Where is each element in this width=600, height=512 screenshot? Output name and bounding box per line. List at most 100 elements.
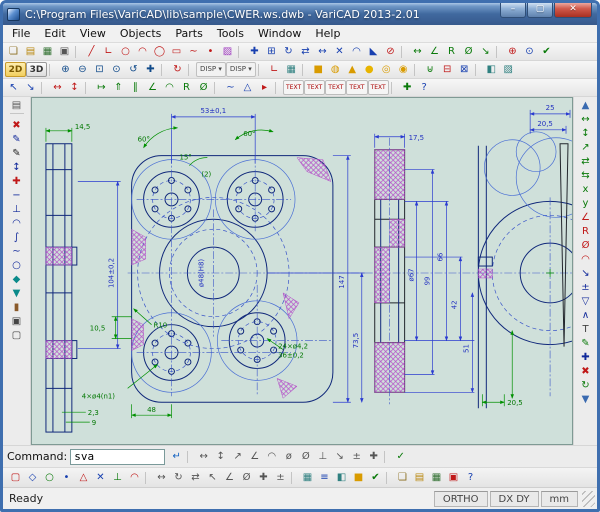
rmove-dim-icon[interactable]: ✚ [577, 350, 594, 364]
cdim-diameter-icon[interactable]: Ø [297, 449, 314, 464]
text-edit-button[interactable]: TEXT [304, 80, 325, 95]
rtolerance-icon[interactable]: ± [577, 280, 594, 294]
menu-tools[interactable]: Tools [210, 26, 251, 41]
arc-left-icon[interactable]: ◠ [8, 216, 25, 230]
ortho-v-icon[interactable]: ↕ [66, 80, 83, 95]
delete-icon[interactable]: ✖ [8, 118, 25, 132]
extent-icon[interactable]: ↘ [22, 80, 39, 95]
ortho-h-icon[interactable]: ↔ [49, 80, 66, 95]
cdim-accept-icon[interactable]: ✓ [392, 449, 409, 464]
menu-window[interactable]: Window [251, 26, 308, 41]
resize-grip[interactable] [582, 491, 595, 507]
rdim-radius-icon[interactable]: R [577, 224, 594, 238]
bview-box-icon[interactable]: ■ [350, 470, 367, 485]
minimize-button[interactable]: – [500, 3, 526, 18]
bsnap-quad-icon[interactable]: △ [75, 470, 92, 485]
dim-radius-icon[interactable]: R [443, 44, 460, 59]
rdim-horizontal-icon[interactable]: ↔ [577, 112, 594, 126]
command-input[interactable] [70, 449, 165, 465]
confirm-icon[interactable]: ✔ [538, 44, 555, 59]
bmod-move-icon[interactable]: ↔ [153, 470, 170, 485]
text-search-button[interactable]: TEXT [368, 80, 389, 95]
redit-dim-icon[interactable]: ✎ [577, 336, 594, 350]
brush-icon[interactable]: ▮ [8, 300, 25, 314]
origin-icon[interactable]: ↖ [5, 80, 22, 95]
bfile-new-icon[interactable]: ❏ [394, 470, 411, 485]
bmod-diam-icon[interactable]: Ø [238, 470, 255, 485]
bsnap-perp-icon[interactable]: ⊥ [109, 470, 126, 485]
menu-view[interactable]: View [73, 26, 113, 41]
zoom-window-icon[interactable]: ⊡ [91, 62, 108, 77]
polyline-tool-icon[interactable]: ∟ [100, 44, 117, 59]
ellipse-tool-icon[interactable]: ◯ [151, 44, 168, 59]
dim-linear-icon[interactable]: ↦ [93, 80, 110, 95]
dim-parallel-icon[interactable]: ∥ [127, 80, 144, 95]
perpendicular-icon[interactable]: ⊥ [8, 202, 25, 216]
wireframe-mode-icon[interactable]: ▧ [500, 62, 517, 77]
zoom-out-icon[interactable]: ⊖ [74, 62, 91, 77]
text-attributes-button[interactable]: TEXT [325, 80, 346, 95]
cdim-angle-icon[interactable]: ∠ [246, 449, 263, 464]
new-file-icon[interactable]: ❏ [5, 44, 22, 59]
text-create-button[interactable]: TEXT [283, 80, 304, 95]
draw-pencil-icon[interactable]: ✎ [8, 146, 25, 160]
rotate-tool-icon[interactable]: ↻ [280, 44, 297, 59]
bsnap-mid-icon[interactable]: ◇ [24, 470, 41, 485]
open-file-icon[interactable]: ▤ [22, 44, 39, 59]
solid-cone-icon[interactable]: ▲ [344, 62, 361, 77]
rdim-ordinate-y-icon[interactable]: y [577, 196, 594, 210]
bsnap-end-icon[interactable]: ▢ [7, 470, 24, 485]
boolean-intersect-icon[interactable]: ⊠ [456, 62, 473, 77]
move-tool-icon[interactable]: ✚ [246, 44, 263, 59]
cdim-arc-icon[interactable]: ◠ [263, 449, 280, 464]
rdim-aligned-icon[interactable]: ↗ [577, 140, 594, 154]
bsnap-int-icon[interactable]: ✕ [92, 470, 109, 485]
dim-angle-icon[interactable]: ∠ [426, 44, 443, 59]
zoom-in-icon[interactable]: ⊕ [57, 62, 74, 77]
rsurface-icon[interactable]: ▽ [577, 294, 594, 308]
rleader-icon[interactable]: ↘ [577, 266, 594, 280]
leader-icon[interactable]: ↘ [477, 44, 494, 59]
rdim-diameter-icon[interactable]: Ø [577, 238, 594, 252]
stretch-tool-icon[interactable]: ↔ [314, 44, 331, 59]
rupdate-dim-icon[interactable]: ↻ [577, 378, 594, 392]
chamfer-tool-icon[interactable]: ◣ [365, 44, 382, 59]
grid-toggle-icon[interactable]: ▦ [283, 62, 300, 77]
cdim-h-icon[interactable]: ↔ [195, 449, 212, 464]
print-icon[interactable]: ▣ [56, 44, 73, 59]
curve-icon[interactable]: ∼ [222, 80, 239, 95]
circle-tool-icon[interactable]: ○ [117, 44, 134, 59]
boolean-union-icon[interactable]: ⊎ [422, 62, 439, 77]
rdim-arc-icon[interactable]: ◠ [577, 252, 594, 266]
solid-profile-icon[interactable]: ◉ [395, 62, 412, 77]
measure-icon[interactable]: ✚ [399, 80, 416, 95]
axes-toggle-icon[interactable]: ∟ [266, 62, 283, 77]
wave-icon[interactable]: ∼ [8, 244, 25, 258]
trim-tool-icon[interactable]: ✕ [331, 44, 348, 59]
rdim-baseline-icon[interactable]: ⇆ [577, 168, 594, 182]
view-2d-button[interactable]: 2D [5, 62, 26, 77]
text-style-button[interactable]: TEXT [346, 80, 367, 95]
cdim-ordinate-icon[interactable]: ⊥ [314, 449, 331, 464]
bsnap-node-icon[interactable]: • [58, 470, 75, 485]
solid-torus-icon[interactable]: ◎ [378, 62, 395, 77]
bmod-tol-icon[interactable]: ± [272, 470, 289, 485]
status-units[interactable]: mm [541, 491, 578, 507]
spline-tool-icon[interactable]: ∼ [185, 44, 202, 59]
titlebar[interactable]: C:\Program Files\VariCAD\lib\sample\CWER… [3, 3, 597, 25]
menu-edit[interactable]: Edit [37, 26, 72, 41]
save-file-icon[interactable]: ▦ [39, 44, 56, 59]
bmod-scale-icon[interactable]: ↖ [204, 470, 221, 485]
rdim-vertical-icon[interactable]: ↕ [577, 126, 594, 140]
clipboard-icon[interactable]: ▢ [8, 328, 25, 342]
dim-diameter-icon[interactable]: Ø [460, 44, 477, 59]
zoom-previous-icon[interactable]: ↺ [125, 62, 142, 77]
scroll-down-icon[interactable]: ▼ [577, 392, 594, 406]
dim-arc-icon[interactable]: ◠ [161, 80, 178, 95]
bview-check-icon[interactable]: ✔ [367, 470, 384, 485]
line-tool-icon[interactable]: ╱ [83, 44, 100, 59]
close-button[interactable]: ✕ [554, 3, 592, 18]
cdim-center-icon[interactable]: ✚ [365, 449, 382, 464]
circle-left-icon[interactable]: ○ [8, 258, 25, 272]
menu-objects[interactable]: Objects [113, 26, 169, 41]
